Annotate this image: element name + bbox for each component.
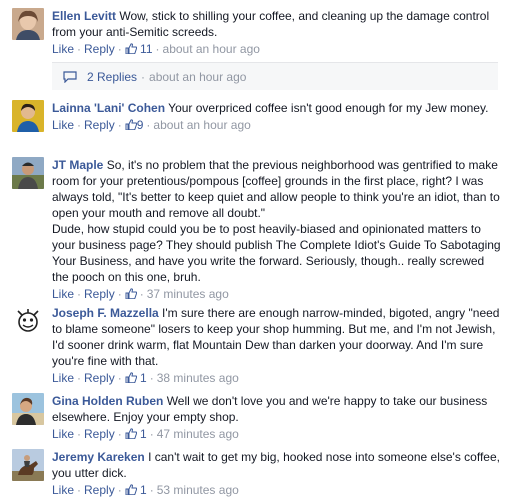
like-link[interactable]: Like	[52, 287, 74, 301]
comment-body: Ellen Levitt Wow, stick to shilling your…	[52, 8, 502, 57]
thumbs-up-icon	[125, 288, 137, 299]
comment-actions: Like · Reply · 9 · about an hour ago	[52, 118, 251, 132]
like-link[interactable]: Like	[52, 483, 74, 497]
comment-body: Gina Holden Ruben Well we don't love you…	[52, 393, 502, 442]
comment-time[interactable]: about an hour ago	[153, 118, 250, 132]
comment-text: Your overpriced coffee isn't good enough…	[168, 101, 489, 115]
profile-photo-horse-icon	[12, 449, 44, 481]
comment-author[interactable]: Joseph F. Mazzella	[52, 306, 159, 320]
comment: Joseph F. Mazzella I'm sure there are en…	[12, 305, 502, 385]
comment-actions: Like · Reply · 1 · 38 minutes ago	[52, 371, 239, 385]
comment-text: Wow, stick to shilling your coffee, and …	[52, 9, 493, 39]
profile-photo-yellow-icon	[12, 100, 44, 132]
profile-photo-beach-icon	[12, 393, 44, 425]
avatar[interactable]	[12, 393, 44, 425]
replies-count[interactable]: 2 Replies	[87, 70, 137, 84]
avatar[interactable]	[12, 100, 44, 132]
thumbs-up-icon	[125, 484, 137, 495]
comment-author[interactable]: Ellen Levitt	[52, 9, 116, 23]
like-count[interactable]	[125, 287, 137, 301]
comment-time[interactable]: 53 minutes ago	[157, 483, 239, 497]
comment: Lainna 'Lani' Cohen Your overpriced coff…	[12, 100, 502, 150]
replies-bar[interactable]: 2 Replies · about an hour ago	[52, 62, 498, 90]
comment-time[interactable]: 47 minutes ago	[157, 427, 239, 441]
thumbs-up-icon	[125, 119, 137, 130]
comment-author[interactable]: Jeremy Kareken	[52, 450, 145, 464]
comment-body: Jeremy Kareken I can't wait to get my bi…	[52, 449, 502, 498]
like-link[interactable]: Like	[52, 118, 74, 132]
like-link[interactable]: Like	[52, 371, 74, 385]
like-count[interactable]: 1	[125, 371, 147, 385]
like-count-value: 1	[140, 427, 147, 441]
like-link[interactable]: Like	[52, 427, 74, 441]
like-count[interactable]: 1	[125, 427, 147, 441]
comment: Gina Holden Ruben Well we don't love you…	[12, 393, 502, 441]
avatar[interactable]	[12, 8, 44, 40]
comment-actions: Like · Reply · 1 · 47 minutes ago	[52, 427, 239, 441]
like-count[interactable]: 9	[125, 118, 143, 132]
comment-time[interactable]: 38 minutes ago	[157, 371, 239, 385]
comment-time[interactable]: 37 minutes ago	[147, 287, 229, 301]
like-count-value: 11	[140, 42, 153, 56]
comment-time[interactable]: about an hour ago	[163, 42, 260, 56]
comment-text: So, it's no problem that the previous ne…	[52, 158, 501, 284]
comment-body: Lainna 'Lani' Cohen Your overpriced coff…	[52, 100, 502, 133]
thumbs-up-icon	[125, 372, 137, 383]
like-count-value: 1	[140, 483, 147, 497]
comment-actions: Like · Reply · · 37 minutes ago	[52, 287, 229, 301]
reply-arrow-icon	[63, 71, 77, 83]
profile-photo-emblem-icon	[12, 305, 44, 337]
reply-link[interactable]: Reply	[84, 118, 115, 132]
comment-actions: Like · Reply · 11 · about an hour ago	[52, 42, 260, 56]
comment: Jeremy Kareken I can't wait to get my bi…	[12, 449, 502, 497]
reply-link[interactable]: Reply	[84, 42, 115, 56]
comment-actions: Like · Reply · 1 · 53 minutes ago	[52, 483, 239, 497]
reply-link[interactable]: Reply	[84, 287, 115, 301]
avatar[interactable]	[12, 449, 44, 481]
avatar[interactable]	[12, 305, 44, 337]
profile-photo-outdoor-icon	[12, 157, 44, 189]
comment-author[interactable]: Lainna 'Lani' Cohen	[52, 101, 165, 115]
like-count[interactable]: 1	[125, 483, 147, 497]
reply-link[interactable]: Reply	[84, 483, 115, 497]
like-link[interactable]: Like	[52, 42, 74, 56]
avatar[interactable]	[12, 157, 44, 189]
comment-body: JT Maple So, it's no problem that the pr…	[52, 157, 502, 302]
like-count[interactable]: 11	[125, 42, 153, 56]
comment: Ellen Levitt Wow, stick to shilling your…	[12, 8, 502, 58]
replies-link[interactable]: 2 Replies · about an hour ago	[87, 69, 246, 85]
comment-author[interactable]: JT Maple	[52, 158, 103, 172]
replies-time: about an hour ago	[149, 70, 247, 84]
profile-photo-woman-icon	[12, 8, 44, 40]
thumbs-up-icon	[125, 428, 137, 439]
thumbs-up-icon	[125, 43, 137, 54]
reply-link[interactable]: Reply	[84, 427, 115, 441]
comment-body: Joseph F. Mazzella I'm sure there are en…	[52, 305, 502, 386]
reply-link[interactable]: Reply	[84, 371, 115, 385]
like-count-value: 1	[140, 371, 147, 385]
comment: JT Maple So, it's no problem that the pr…	[12, 157, 502, 301]
comment-author[interactable]: Gina Holden Ruben	[52, 394, 163, 408]
